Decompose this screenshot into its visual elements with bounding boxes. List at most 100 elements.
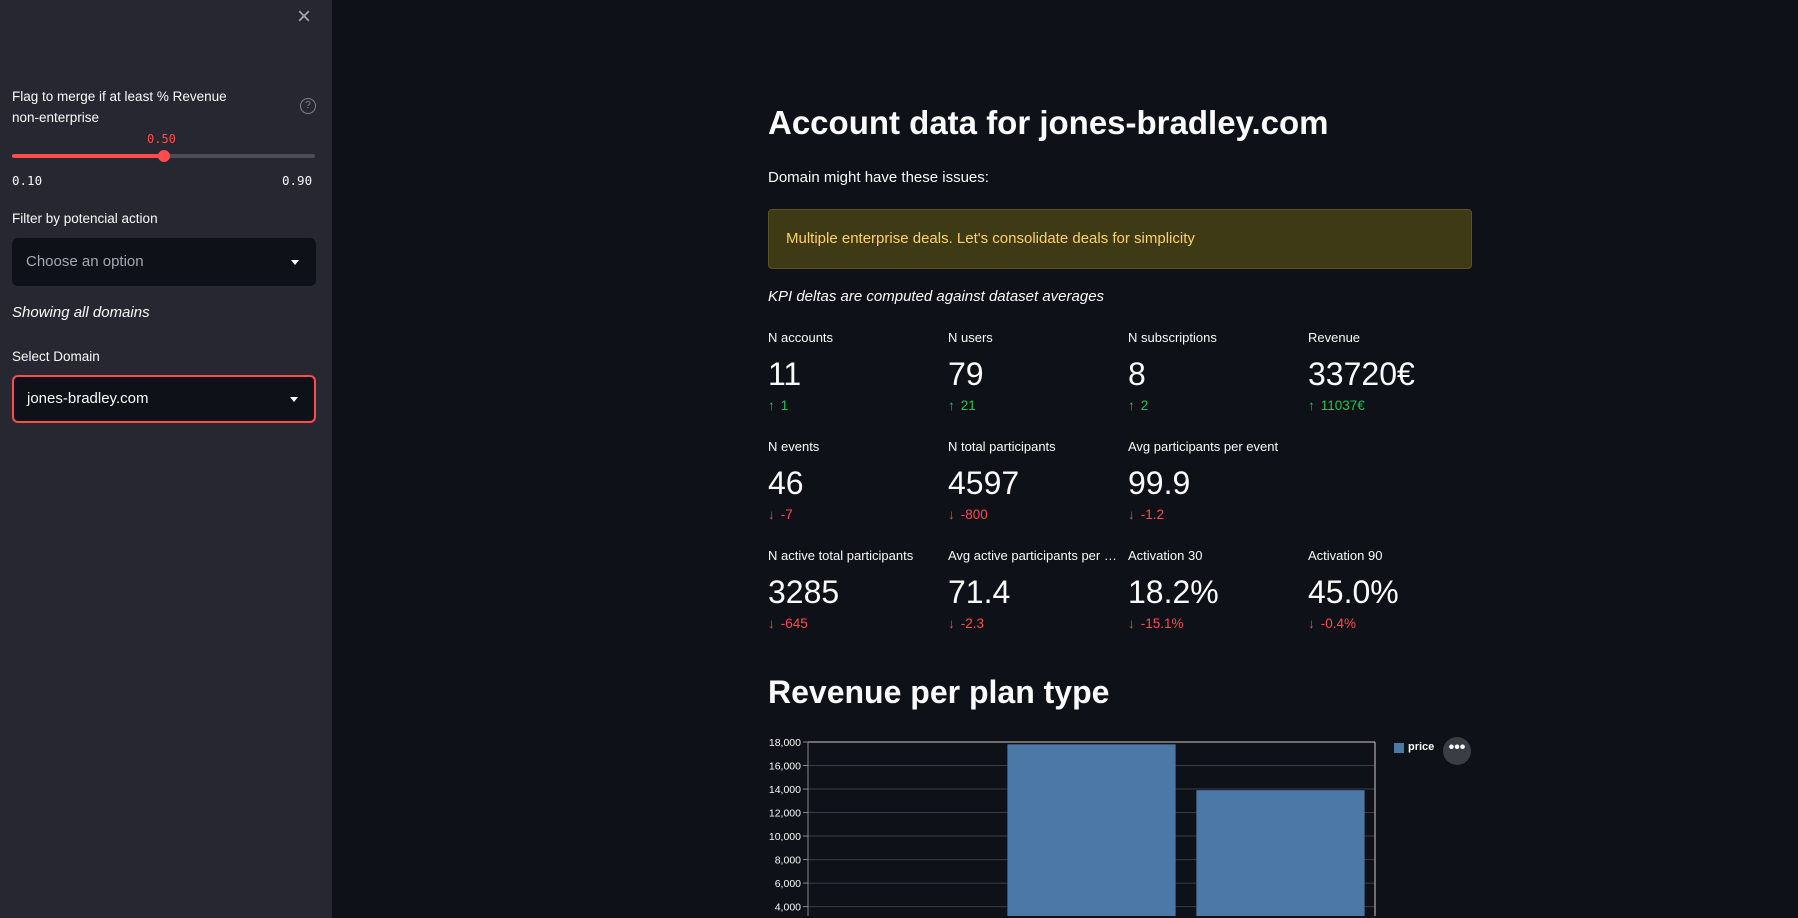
kpi-caption: KPI deltas are computed against dataset … xyxy=(768,288,1105,305)
metric-delta-value: 1 xyxy=(780,398,789,413)
metric-delta-value: 11037€ xyxy=(1320,398,1365,413)
metric-label: N subscriptions xyxy=(1128,330,1217,345)
y-tick-label: 12,000 xyxy=(769,808,801,820)
metric-delta: ↓ -0.4% xyxy=(1308,616,1478,634)
slider-fill xyxy=(12,154,164,158)
metric-card: Avg participants per event 99.9 ↓ -1.2 xyxy=(1128,439,1298,525)
metric-delta: ↑ 1 xyxy=(768,398,938,416)
slider-min: 0.10 xyxy=(12,173,43,188)
more-options-button[interactable]: ••• xyxy=(1443,737,1471,765)
action-filter-placeholder: Choose an option xyxy=(26,253,144,270)
metric-delta-value: 2 xyxy=(1140,398,1149,413)
slider-thumb[interactable] xyxy=(157,150,170,162)
warning-text: Multiple enterprise deals. Let's consoli… xyxy=(786,230,1195,247)
metric-delta: ↑ 21 xyxy=(948,398,1118,416)
metric-label: N active total participants xyxy=(768,548,914,563)
domain-select-label: Select Domain xyxy=(12,349,100,364)
domain-select-value[interactable]: jones-bradley.com xyxy=(27,390,148,407)
arrow-down-icon: ↓ xyxy=(1128,616,1135,631)
y-tick-label: 16,000 xyxy=(769,761,801,773)
metric-delta: ↓ -645 xyxy=(768,616,938,634)
legend-label: price xyxy=(1408,741,1435,753)
metric-value: 3285 xyxy=(768,574,840,610)
metric-value: 45.0% xyxy=(1308,574,1399,610)
metric-delta: ↑ 11037€ xyxy=(1308,398,1478,416)
metric-value: 18.2% xyxy=(1128,574,1219,610)
y-tick-label: 10,000 xyxy=(769,831,801,843)
metric-card: Activation 90 45.0% ↓ -0.4% xyxy=(1308,548,1478,634)
close-sidebar-icon[interactable]: × xyxy=(292,5,316,30)
metric-label: N total participants xyxy=(948,439,1056,454)
metric-delta: ↓ -1.2 xyxy=(1128,507,1298,525)
arrow-down-icon: ↓ xyxy=(1308,616,1315,631)
metric-value: 46 xyxy=(768,465,804,501)
metric-delta-value: -7 xyxy=(780,507,793,522)
metric-delta-value: -2.3 xyxy=(960,616,985,631)
page-title: Account data for jones-bradley.com xyxy=(768,104,1329,141)
metric-delta-value: -0.4% xyxy=(1320,616,1357,631)
issues-subtitle: Domain might have these issues: xyxy=(768,169,989,186)
y-tick-label: 6,000 xyxy=(775,878,801,890)
showing-text: Showing all domains xyxy=(12,304,150,321)
metric-card: N events 46 ↓ -7 xyxy=(768,439,938,525)
metric-delta: ↓ -2.3 xyxy=(948,616,1118,634)
chevron-down-icon xyxy=(291,260,299,265)
arrow-down-icon: ↓ xyxy=(948,616,955,631)
arrow-down-icon: ↓ xyxy=(768,507,775,522)
arrow-up-icon: ↑ xyxy=(948,398,955,413)
metric-card: Activation 30 18.2% ↓ -15.1% xyxy=(1128,548,1298,634)
slider-label: Flag to merge if at least % Revenue non-… xyxy=(12,89,227,125)
metric-delta-value: -800 xyxy=(960,507,988,522)
metric-card: N subscriptions 8 ↑ 2 xyxy=(1128,330,1298,416)
revenue-bar-chart: 4,000 6,000 8,000 10,000 12,000 14,000 16,000 1… xyxy=(769,737,1376,916)
metric-delta: ↓ -800 xyxy=(948,507,1118,525)
metric-label: N accounts xyxy=(768,330,834,345)
metric-label: N users xyxy=(948,330,993,345)
metric-value: 71.4 xyxy=(948,574,1011,610)
warning-alert: Multiple enterprise deals. Let's consoli… xyxy=(768,209,1472,269)
arrow-up-icon: ↑ xyxy=(1128,398,1135,413)
y-tick-label: 8,000 xyxy=(775,855,801,867)
metric-label: Revenue xyxy=(1308,330,1361,345)
arrow-down-icon: ↓ xyxy=(948,507,955,522)
metric-card: N active total participants 3285 ↓ -645 xyxy=(768,548,938,634)
metric-label: Avg active participants per event xyxy=(948,548,1118,563)
metric-value: 33720€ xyxy=(1308,356,1415,392)
metric-card: N users 79 ↑ 21 xyxy=(948,330,1118,416)
metric-delta-value: -15.1% xyxy=(1140,616,1184,631)
bar xyxy=(1007,744,1176,916)
action-filter-select[interactable]: Choose an option xyxy=(12,238,316,286)
y-tick-label: 18,000 xyxy=(769,737,801,749)
metric-card: N accounts 11 ↑ 1 xyxy=(768,330,938,416)
sidebar: × Flag to merge if at least % Revenue no… xyxy=(0,0,332,918)
legend-swatch xyxy=(1394,743,1404,753)
metric-label: Avg participants per event xyxy=(1128,439,1279,454)
metric-value: 11 xyxy=(768,356,802,392)
y-tick-label: 4,000 xyxy=(775,902,801,914)
metric-label: Activation 90 xyxy=(1308,548,1383,563)
metric-label: Activation 30 xyxy=(1128,548,1203,563)
section-title: Revenue per plan type xyxy=(768,674,1110,710)
metric-value: 79 xyxy=(948,356,984,392)
metric-delta: ↓ -7 xyxy=(768,507,938,525)
metric-card: Avg active participants per event 71.4 ↓ -2… xyxy=(948,548,1118,634)
arrow-down-icon: ↓ xyxy=(1128,507,1135,522)
bar xyxy=(1196,790,1365,916)
slider-value: 0.50 xyxy=(147,132,176,146)
y-tick-label: 14,000 xyxy=(769,784,801,796)
metric-value: 4597 xyxy=(948,465,1020,501)
arrow-up-icon: ↑ xyxy=(1308,398,1315,413)
metric-delta-value: -1.2 xyxy=(1140,507,1165,522)
metric-value: 8 xyxy=(1128,356,1146,392)
metric-delta: ↑ 2 xyxy=(1128,398,1298,416)
metric-delta-value: -645 xyxy=(780,616,808,631)
metric-label: N events xyxy=(768,439,820,454)
arrow-down-icon: ↓ xyxy=(768,616,775,631)
arrow-up-icon: ↑ xyxy=(768,398,775,413)
revenue-slider[interactable] xyxy=(12,150,315,162)
metric-delta-value: 21 xyxy=(960,398,976,413)
metric-value: 99.9 xyxy=(1128,465,1191,501)
metric-delta: ↓ -15.1% xyxy=(1128,616,1298,634)
help-icon[interactable]: ? xyxy=(300,98,316,114)
domain-select[interactable]: jones-bradley.com xyxy=(12,375,316,423)
